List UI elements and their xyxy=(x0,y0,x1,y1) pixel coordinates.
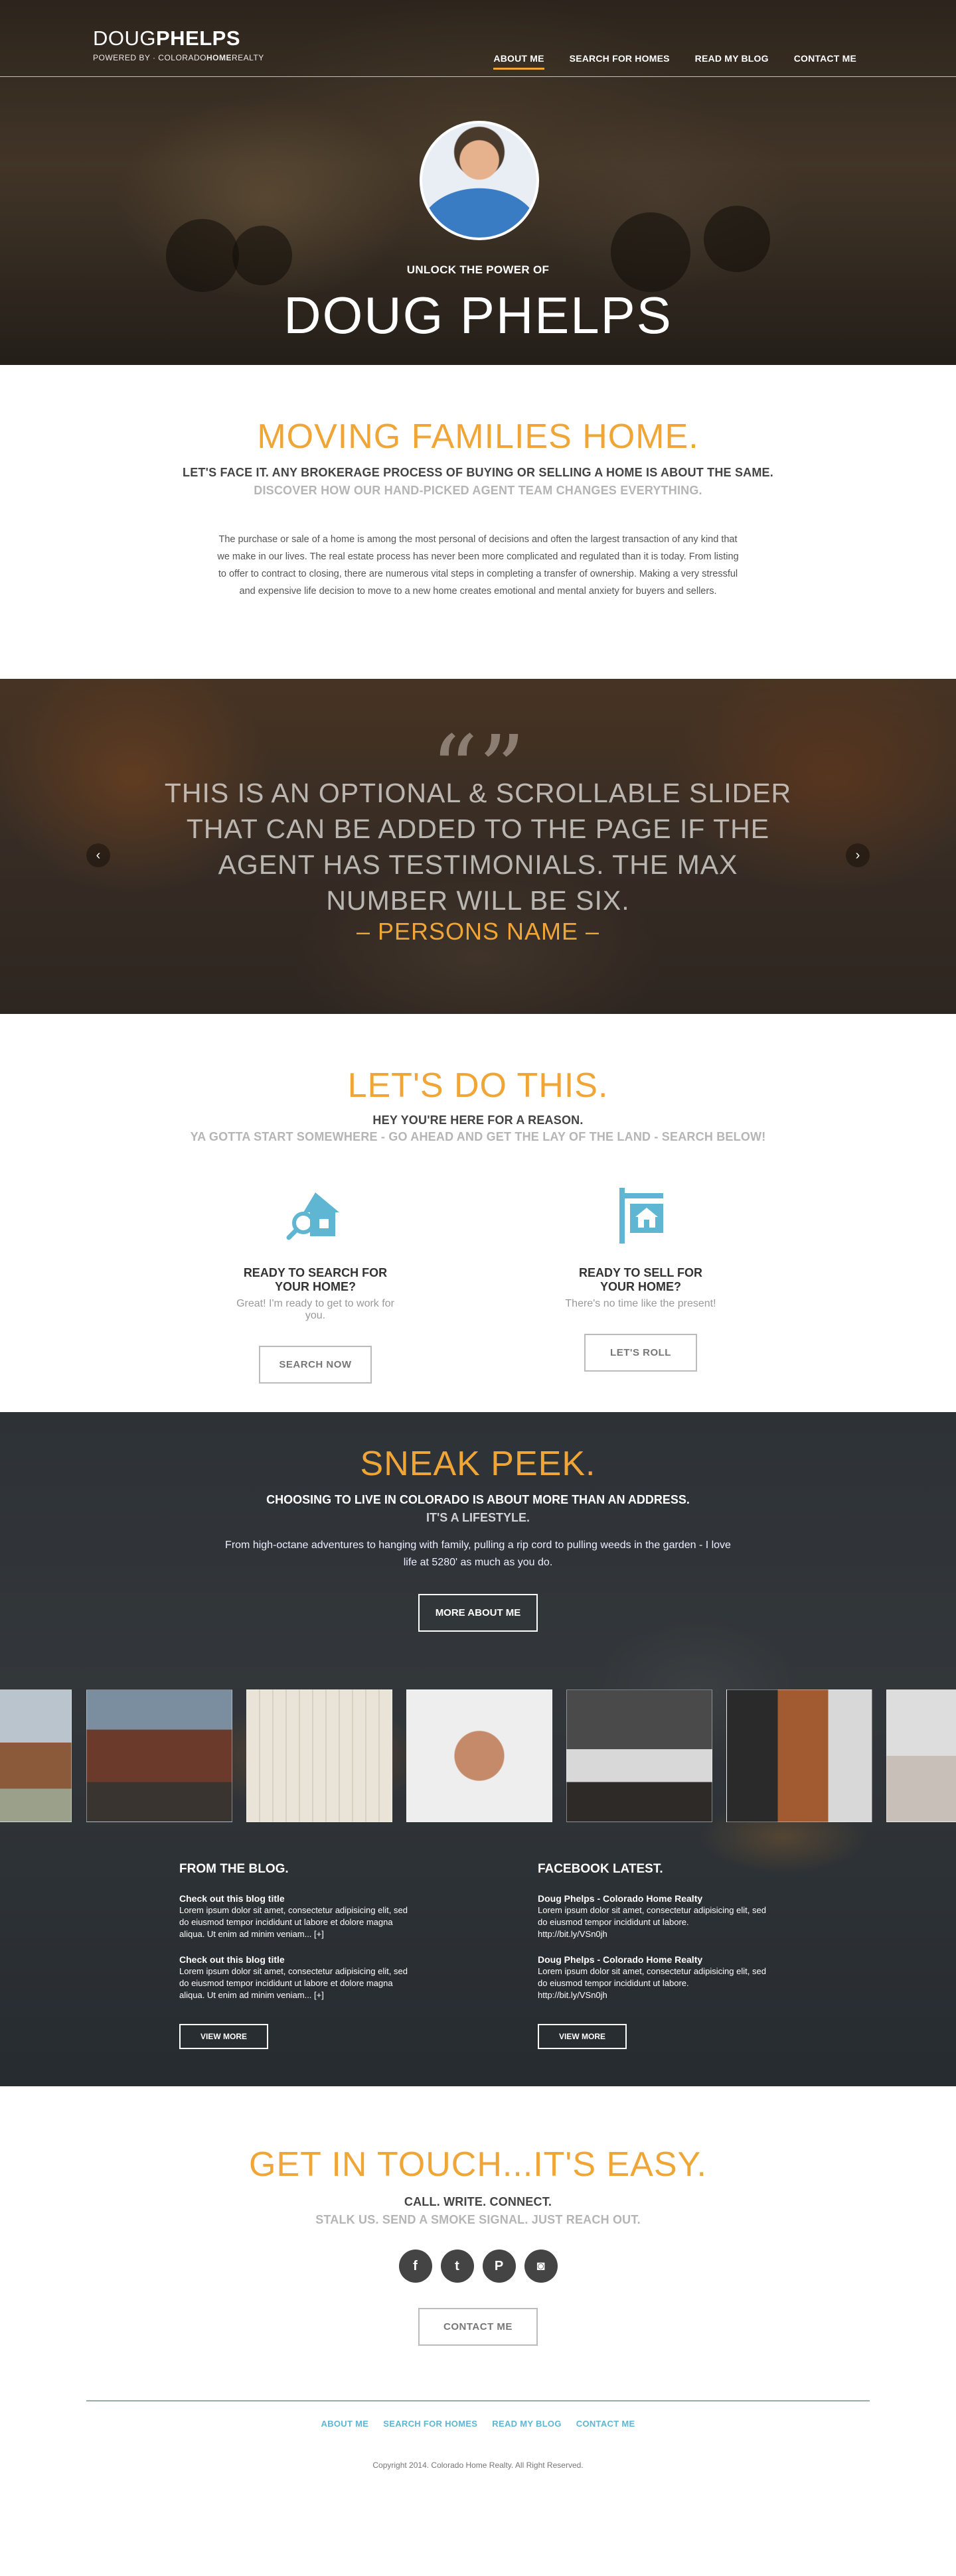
search-heading: READY TO SEARCH FOR YOUR HOME? xyxy=(243,1266,388,1293)
logo-name-bold: PHELPS xyxy=(156,27,241,50)
twitter-icon[interactable]: t xyxy=(440,2250,474,2283)
footer-nav-search-for-homes[interactable]: SEARCH FOR HOMES xyxy=(383,2419,477,2429)
facebook-heading: FACEBOOK LATEST. xyxy=(538,1862,663,1876)
search-column: READY TO SEARCH FOR YOUR HOME? Great! I'… xyxy=(236,1185,395,1384)
logo[interactable]: DOUGPHELPS POWERED BY · COLORADOHOMEREAL… xyxy=(93,27,264,62)
sell-column: READY TO SELL FOR YOUR HOME? There's no … xyxy=(561,1185,720,1384)
logo-powered-prefix: POWERED BY · COLORADO xyxy=(93,53,206,62)
facebook-entry-title: Doug Phelps - Colorado Home Realty xyxy=(538,1954,703,1965)
chevron-right-icon[interactable]: › xyxy=(846,843,870,867)
sneak-line2: IT'S A LIFESTYLE. xyxy=(426,1511,530,1524)
blog-entry[interactable]: Check out this blog title Lorem ipsum do… xyxy=(179,1954,418,2001)
photo-tile[interactable] xyxy=(566,1689,712,1822)
blog-entry-title[interactable]: Check out this blog title xyxy=(179,1954,418,1966)
hero-name: DOUG PHELPS xyxy=(283,286,673,344)
nav-search-for-homes[interactable]: SEARCH FOR HOMES xyxy=(570,53,670,70)
blog-column: FROM THE BLOG. Check out this blog title… xyxy=(179,1862,418,2049)
sell-text: There's no time like the present! xyxy=(565,1298,716,1309)
sneak-title: SNEAK PEEK. xyxy=(360,1445,596,1483)
blog-view-more-button[interactable]: VIEW MORE xyxy=(179,2024,268,2049)
photo-strip xyxy=(0,1689,956,1822)
contact-me-button[interactable]: CONTACT ME xyxy=(418,2308,538,2346)
sale-sign-icon xyxy=(561,1185,720,1245)
hero-tagline: UNLOCK THE POWER OF xyxy=(406,263,550,276)
hero: DOUGPHELPS POWERED BY · COLORADOHOMEREAL… xyxy=(0,0,956,365)
sell-heading: READY TO SELL FOR YOUR HOME? xyxy=(578,1266,703,1293)
intro-section: MOVING FAMILIES HOME. LET'S FACE IT. ANY… xyxy=(0,365,956,679)
blog-entry-text: Lorem ipsum dolor sit amet, consectetur … xyxy=(179,1966,408,2000)
blog-entry-text: Lorem ipsum dolor sit amet, consectetur … xyxy=(179,1905,408,1939)
letsdo-subtitle: HEY YOU'RE HERE FOR A REASON. xyxy=(372,1113,584,1127)
more-about-me-button[interactable]: MORE ABOUT ME xyxy=(418,1594,538,1632)
photo-tile[interactable] xyxy=(86,1689,232,1822)
testimonial-text: THIS IS AN OPTIONAL & SCROLLABLE SLIDER … xyxy=(164,778,792,916)
nav-read-my-blog[interactable]: READ MY BLOG xyxy=(695,53,769,70)
search-text: Great! I'm ready to get to work for you. xyxy=(236,1298,394,1321)
page: DOUGPHELPS POWERED BY · COLORADOHOMEREAL… xyxy=(0,0,956,2576)
nav-contact-me[interactable]: CONTACT ME xyxy=(794,53,856,70)
search-now-button[interactable]: SEARCH NOW xyxy=(259,1346,372,1384)
photo-tile[interactable] xyxy=(886,1689,956,1822)
photo-tile[interactable] xyxy=(406,1689,552,1822)
social-links: f t P ◙ xyxy=(0,2250,956,2283)
lifestyle-section: SNEAK PEEK. CHOOSING TO LIVE IN COLORADO… xyxy=(0,1412,956,2086)
facebook-entry-link[interactable]: http://bit.ly/VSn0jh xyxy=(538,1929,607,1939)
contact-title: GET IN TOUCH...IT'S EASY. xyxy=(249,2145,707,2184)
photo-tile[interactable] xyxy=(726,1689,872,1822)
footer-divider xyxy=(86,2400,870,2401)
chevron-left-icon[interactable]: ‹ xyxy=(86,843,110,867)
contact-section: GET IN TOUCH...IT'S EASY. CALL. WRITE. C… xyxy=(0,2086,956,2576)
blog-entry[interactable]: Check out this blog title Lorem ipsum do… xyxy=(179,1893,418,1940)
nav-about-me[interactable]: ABOUT ME xyxy=(493,53,544,70)
header: DOUGPHELPS POWERED BY · COLORADOHOMEREAL… xyxy=(0,0,956,77)
blog-heading: FROM THE BLOG. xyxy=(179,1862,289,1876)
search-home-icon xyxy=(236,1185,395,1245)
footer-nav: ABOUT ME SEARCH FOR HOMES READ MY BLOG C… xyxy=(0,2419,956,2429)
contact-subtitle: CALL. WRITE. CONNECT. xyxy=(404,2195,552,2208)
search-sell-section: LET'S DO THIS. HEY YOU'RE HERE FOR A REA… xyxy=(0,1014,956,1412)
pinterest-icon[interactable]: P xyxy=(482,2250,516,2283)
copyright: Copyright 2014. Colorado Home Realty. Al… xyxy=(372,2461,584,2470)
logo-powered-bold: HOME xyxy=(206,53,232,62)
footer-nav-read-my-blog[interactable]: READ MY BLOG xyxy=(492,2419,561,2429)
facebook-view-more-button[interactable]: VIEW MORE xyxy=(538,2024,627,2049)
facebook-entry-text: Lorem ipsum dolor sit amet, consectetur … xyxy=(538,1966,766,1988)
logo-name-light: DOUG xyxy=(93,27,156,50)
intro-title: MOVING FAMILIES HOME. xyxy=(257,417,699,456)
facebook-entry[interactable]: Doug Phelps - Colorado Home Realty Lorem… xyxy=(538,1893,777,1940)
blog-entry-title[interactable]: Check out this blog title xyxy=(179,1893,418,1904)
letsdo-title: LET'S DO THIS. xyxy=(347,1066,609,1105)
facebook-icon[interactable]: f xyxy=(398,2250,432,2283)
facebook-column: FACEBOOK LATEST. Doug Phelps - Colorado … xyxy=(538,1862,777,2049)
facebook-entry[interactable]: Doug Phelps - Colorado Home Realty Lorem… xyxy=(538,1954,777,2001)
intro-subtitle: LET'S FACE IT. ANY BROKERAGE PROCESS OF … xyxy=(183,466,773,479)
contact-subtitle-secondary: STALK US. SEND A SMOKE SIGNAL. JUST REAC… xyxy=(315,2213,641,2226)
sneak-body: From high-octane adventures to hanging w… xyxy=(225,1539,731,1568)
intro-body: The purchase or sale of a home is among … xyxy=(217,534,739,597)
footer-nav-contact-me[interactable]: CONTACT ME xyxy=(576,2419,635,2429)
letsdo-subtitle-secondary: YA GOTTA START SOMEWHERE - GO AHEAD AND … xyxy=(190,1130,766,1143)
facebook-entry-text: Lorem ipsum dolor sit amet, consectetur … xyxy=(538,1905,766,1927)
testimonial-slider[interactable]: “” THIS IS AN OPTIONAL & SCROLLABLE SLID… xyxy=(0,679,956,1014)
intro-subtitle-secondary: DISCOVER HOW OUR HAND-PICKED AGENT TEAM … xyxy=(254,484,702,497)
footer-nav-about-me[interactable]: ABOUT ME xyxy=(321,2419,369,2429)
lets-roll-button[interactable]: LET'S ROLL xyxy=(584,1334,697,1372)
sneak-line1: CHOOSING TO LIVE IN COLORADO IS ABOUT MO… xyxy=(266,1493,690,1506)
photo-tile[interactable] xyxy=(246,1689,392,1822)
logo-powered-suffix: REALTY xyxy=(231,53,264,62)
photo-tile[interactable] xyxy=(0,1689,72,1822)
main-nav: ABOUT ME SEARCH FOR HOMES READ MY BLOG C… xyxy=(493,53,856,70)
facebook-entry-link[interactable]: http://bit.ly/VSn0jh xyxy=(538,1990,607,2000)
agent-avatar xyxy=(420,121,539,240)
facebook-entry-title: Doug Phelps - Colorado Home Realty xyxy=(538,1893,703,1904)
testimonial-person: – PERSONS NAME – xyxy=(356,918,600,945)
instagram-icon[interactable]: ◙ xyxy=(524,2250,558,2283)
